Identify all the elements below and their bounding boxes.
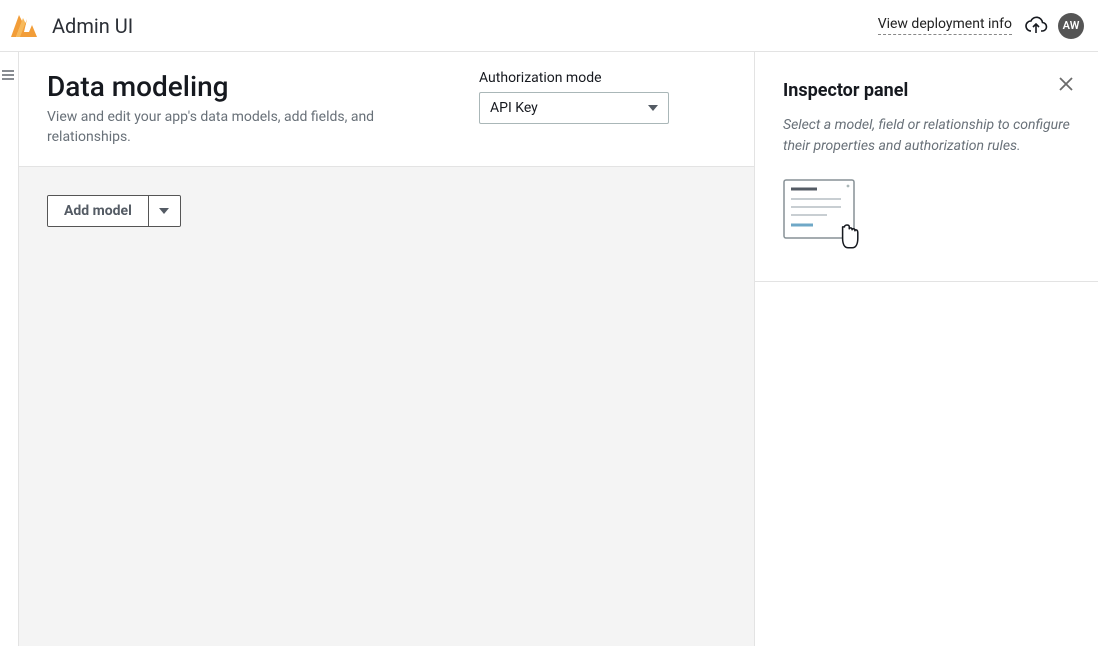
app-title: Admin UI [52, 14, 133, 38]
inspector-placeholder-icon [783, 179, 863, 257]
auth-mode-block: Authorization mode API Key [479, 70, 689, 124]
top-header: Admin UI View deployment info AW [0, 0, 1098, 52]
main-column: Data modeling View and edit your app's d… [18, 52, 754, 646]
page-subtitle: View and edit your app's data models, ad… [47, 107, 427, 148]
sidebar-toggle-icon[interactable] [0, 60, 16, 90]
modeling-canvas: Add model [19, 167, 754, 646]
main-header: Data modeling View and edit your app's d… [19, 52, 754, 167]
chevron-down-icon [644, 99, 662, 117]
user-avatar[interactable]: AW [1058, 13, 1084, 39]
add-model-split-button: Add model [47, 195, 181, 227]
body: Data modeling View and edit your app's d… [18, 52, 1098, 646]
inspector-divider [755, 281, 1098, 282]
add-model-button[interactable]: Add model [48, 196, 148, 226]
auth-mode-label: Authorization mode [479, 70, 689, 86]
inspector-help-text: Select a model, field or relationship to… [783, 115, 1070, 157]
cloud-upload-icon[interactable] [1024, 14, 1048, 38]
add-model-dropdown-toggle[interactable] [148, 196, 180, 226]
inspector-panel: Inspector panel Select a model, field or… [754, 52, 1098, 646]
page-title: Data modeling [47, 70, 427, 103]
amplify-logo-icon [10, 12, 38, 40]
inspector-title: Inspector panel [783, 80, 1070, 101]
auth-mode-selected-value: API Key [490, 100, 538, 116]
auth-mode-select[interactable]: API Key [479, 92, 669, 124]
view-deployment-info-link[interactable]: View deployment info [878, 16, 1012, 35]
title-block: Data modeling View and edit your app's d… [47, 70, 427, 148]
close-icon[interactable] [1056, 74, 1076, 94]
